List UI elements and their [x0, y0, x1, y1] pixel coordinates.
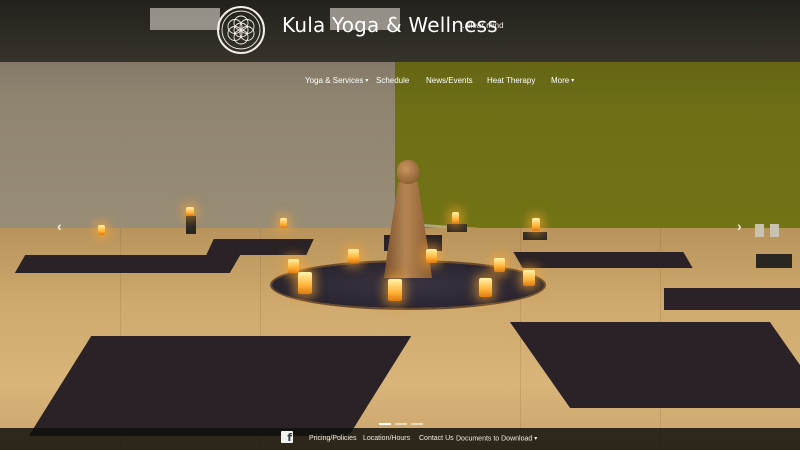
candle: [452, 212, 459, 224]
yoga-mat: [28, 336, 412, 436]
yoga-mat: [664, 288, 800, 310]
candle: [523, 270, 535, 286]
site-tagline: ...clear mind: [460, 21, 504, 30]
nav-item-news-events[interactable]: News/Events: [426, 76, 473, 85]
flower-of-life-icon[interactable]: [217, 6, 265, 54]
nav-item-label: News/Events: [426, 76, 473, 85]
candle: [288, 259, 299, 273]
candle-stand: [523, 232, 547, 240]
candle: [494, 258, 505, 272]
candle: [348, 249, 359, 263]
candle: [479, 278, 492, 297]
footer-link-pricing-policies[interactable]: Pricing/Policies: [309, 435, 356, 442]
candle: [186, 207, 194, 216]
wall-outlet: [770, 224, 779, 237]
carousel-next-arrow[interactable]: ›: [737, 218, 742, 234]
carousel-indicator[interactable]: [379, 423, 391, 425]
facebook-icon[interactable]: f: [281, 431, 293, 444]
carousel-prev-arrow[interactable]: ‹: [57, 218, 62, 234]
carousel-indicator[interactable]: [411, 423, 423, 425]
yoga-mat: [206, 239, 314, 255]
candle: [280, 218, 287, 228]
buddha-statue-head: [397, 160, 419, 184]
yoga-mat: [513, 252, 693, 268]
site-header: Kula Yoga & Wellness ...clear mind Yoga …: [0, 0, 800, 85]
candle: [388, 279, 402, 301]
candle-stand: [186, 216, 196, 234]
footer-link-location-hours[interactable]: Location/Hours: [363, 435, 410, 442]
nav-item-label: Yoga & Services: [305, 76, 364, 85]
chevron-down-icon: ▾: [365, 78, 369, 85]
chevron-down-icon: ▾: [571, 78, 575, 85]
candle: [532, 218, 540, 231]
nav-item-more[interactable]: More ▾: [551, 76, 574, 85]
nav-item-label: Schedule: [376, 76, 410, 85]
footer-link-contact-us[interactable]: Contact Us: [419, 435, 454, 442]
equipment-block: [756, 254, 792, 268]
candle: [298, 272, 312, 294]
carousel-indicators: [379, 423, 423, 425]
candle-stand: [447, 224, 467, 232]
candle: [98, 225, 105, 235]
footer-link-label: Documents to Download: [456, 435, 533, 443]
chevron-down-icon: ▾: [534, 436, 538, 442]
carousel-indicator[interactable]: [395, 423, 407, 425]
candle: [426, 249, 437, 263]
wall-outlet: [755, 224, 764, 237]
hero-slideshow-image: [0, 0, 800, 450]
footer-link-documents[interactable]: Documents to Download ▾: [456, 435, 537, 442]
nav-item-schedule[interactable]: Schedule: [376, 76, 409, 85]
nav-item-yoga-services[interactable]: Yoga & Services ▾: [305, 76, 368, 85]
yoga-mat: [14, 255, 241, 273]
nav-item-label: Heat Therapy: [487, 76, 536, 85]
nav-item-heat-therapy[interactable]: Heat Therapy: [487, 76, 535, 85]
nav-item-label: More: [551, 76, 570, 85]
